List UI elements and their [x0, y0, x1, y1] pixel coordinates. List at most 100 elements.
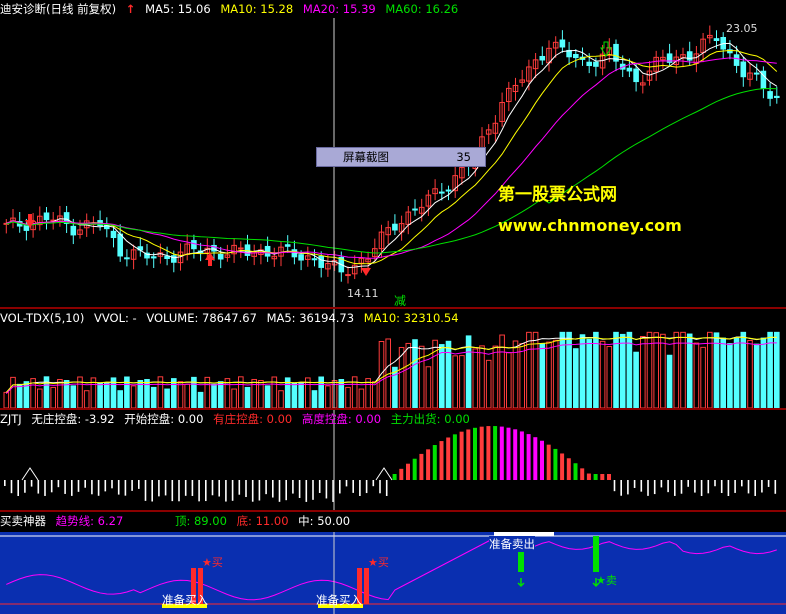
- zjtj-bar: [245, 480, 247, 498]
- zjtj-bar: [426, 449, 431, 480]
- candle-body: [318, 255, 324, 268]
- candle-body: [217, 253, 224, 260]
- volume-bar: [298, 382, 304, 408]
- price-panel[interactable]: 迪安诊断(日线 前复权) ↑ MA5: 15.06 MA10: 15.28 MA…: [0, 0, 786, 308]
- vol-ma5-value: MA5: 36194.73: [266, 311, 355, 325]
- buysell-header: 买卖神器 趋势线: 6.27 顶: 89.00 底: 11.00 中: 50.0…: [0, 512, 786, 530]
- zjtj-panel[interactable]: ZJTJ 无庄控盘: -3.92 开始控盘: 0.00 有庄控盘: 0.00 高…: [0, 410, 786, 510]
- volume-bar: [97, 382, 103, 408]
- volume-bar: [16, 383, 23, 408]
- volume-bar: [291, 382, 298, 408]
- zjtj-bar: [761, 480, 763, 493]
- volume-bar: [539, 343, 546, 408]
- volume-bar: [425, 366, 432, 408]
- zjtj-bar: [459, 431, 464, 480]
- candle-body: [573, 54, 579, 59]
- volume-bar: [640, 336, 646, 408]
- zjtj-bar: [694, 480, 696, 493]
- volume-bar: [586, 338, 593, 408]
- candle-body: [686, 51, 693, 61]
- volume-bar: [774, 331, 780, 408]
- candle-body: [284, 244, 291, 247]
- volume-bar: [405, 342, 412, 408]
- candle-body: [43, 212, 50, 221]
- buysell-panel[interactable]: 买卖神器 趋势线: 6.27 顶: 89.00 底: 11.00 中: 50.0…: [0, 512, 786, 614]
- zjtj-bar: [57, 480, 60, 488]
- zjtj-bar: [44, 480, 46, 496]
- zjtj-bar: [379, 480, 381, 494]
- volume-bar: [720, 337, 727, 408]
- candle-body: [733, 54, 740, 66]
- zjtj-bar: [30, 480, 33, 487]
- mid-value: 中: 50.00: [298, 514, 351, 528]
- volume-panel[interactable]: VOL-TDX(5,10) VVOL: - VOLUME: 78647.67 M…: [0, 309, 786, 408]
- zjtj-bar: [767, 480, 770, 487]
- zjtj-bar: [138, 480, 140, 489]
- volume-bar: [566, 331, 572, 408]
- zjtj-bar: [171, 480, 174, 502]
- zjtj-bar: [473, 427, 477, 480]
- screenshot-tooltip-text: 屏幕截图: [343, 150, 389, 164]
- volume-bar: [43, 376, 50, 408]
- zjtj-bar: [318, 480, 321, 493]
- prep-sell-label: 准备卖出: [489, 536, 535, 552]
- volume-bar: [452, 355, 458, 408]
- zjtj-bar: [352, 480, 354, 493]
- screenshot-tooltip-num: 35: [456, 150, 471, 164]
- low-price-label: 14.11: [347, 287, 379, 300]
- zjtj-bar: [613, 480, 616, 492]
- volume-bar: [325, 385, 331, 408]
- volume-bar: [552, 339, 559, 408]
- candle-body: [291, 249, 298, 258]
- volume-bar: [197, 391, 204, 408]
- up-arrow-icon: ↑: [125, 2, 136, 16]
- volume-bar: [633, 351, 639, 408]
- candle-body: [150, 256, 157, 259]
- zjtj-bar: [727, 480, 730, 496]
- zjtj-bar: [225, 480, 227, 502]
- zjtj-bar: [600, 474, 605, 480]
- screenshot-tooltip[interactable]: 屏幕截图 35: [316, 147, 486, 167]
- volume-bar: [606, 346, 613, 408]
- volume-bar: [311, 390, 318, 408]
- zjtj-bar: [774, 480, 777, 494]
- buysell-bg: [0, 532, 786, 614]
- zjtj-bar: [533, 437, 538, 480]
- zjtj-bar: [741, 480, 743, 487]
- zjtj-bar: [285, 480, 287, 501]
- zjtj-bar: [419, 453, 424, 480]
- volume-bar: [278, 390, 284, 408]
- volume-bar: [124, 376, 130, 408]
- volume-bar: [104, 382, 110, 408]
- zjtj-bar: [627, 480, 629, 495]
- volume-bar: [733, 337, 740, 408]
- volume-bar: [251, 378, 257, 408]
- zjtj-bar: [205, 480, 207, 502]
- candle-body: [713, 38, 720, 42]
- volume-bar: [479, 345, 485, 408]
- volume-bar: [171, 378, 177, 408]
- zjtj-bar: [573, 463, 578, 480]
- zjtj-bar: [446, 437, 451, 480]
- candle-body: [124, 257, 130, 260]
- zjtj-bar: [700, 480, 703, 496]
- volume-bar: [666, 354, 673, 408]
- volume-bar: [392, 366, 398, 408]
- zjtj-bar: [660, 480, 663, 488]
- zjtj-bar: [359, 480, 361, 496]
- candle-body: [439, 191, 445, 194]
- zjtj-bar: [399, 468, 404, 480]
- volume-bar: [519, 343, 526, 408]
- volume-bar: [50, 386, 57, 408]
- volume-bar: [753, 343, 760, 408]
- volume-bar: [573, 348, 579, 408]
- volume-bar: [747, 339, 753, 408]
- candle-body: [559, 39, 566, 48]
- zjtj-bar: [97, 480, 100, 496]
- volume-bar: [546, 341, 552, 408]
- zjtj-bar: [392, 474, 397, 480]
- zjtj-bar: [365, 480, 368, 494]
- buy-bar: [364, 568, 369, 604]
- zjtj-bar: [238, 480, 241, 495]
- zjtj-bar: [586, 473, 591, 480]
